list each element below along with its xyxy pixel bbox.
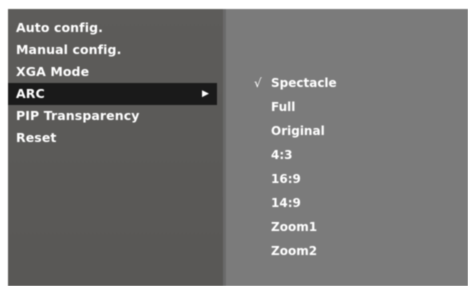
arc-option-full[interactable]: Full (226, 95, 468, 119)
arc-option-label: 16:9 (271, 172, 301, 186)
arc-option-label: Zoom1 (271, 220, 318, 234)
check-icon: √ (254, 76, 262, 90)
menu-item-arc[interactable]: ARC ▶ (8, 83, 217, 105)
arc-option-label: Zoom2 (271, 244, 318, 258)
menu-item-label: PIP Transparency (16, 108, 140, 123)
menu-item-pip-transparency[interactable]: PIP Transparency (8, 105, 223, 127)
arc-submenu-panel: √ Spectacle Full Original 4:3 16:9 14:9 … (226, 9, 468, 286)
arc-option-label: Original (271, 124, 325, 138)
arc-option-spectacle[interactable]: √ Spectacle (226, 71, 468, 95)
osd-menu: Auto config. Manual config. XGA Mode ARC… (8, 9, 468, 286)
arc-option-original[interactable]: Original (226, 119, 468, 143)
menu-item-label: XGA Mode (16, 64, 90, 79)
menu-item-reset[interactable]: Reset (8, 127, 223, 149)
arc-option-label: 14:9 (271, 196, 301, 210)
menu-item-manual-config[interactable]: Manual config. (8, 39, 223, 61)
arc-option-label: 4:3 (271, 148, 293, 162)
submenu-arrow-icon: ▶ (201, 89, 209, 99)
menu-item-label: Auto config. (16, 20, 104, 35)
arc-option-16-9[interactable]: 16:9 (226, 167, 468, 191)
arc-option-14-9[interactable]: 14:9 (226, 191, 468, 215)
menu-item-label: Manual config. (16, 42, 122, 57)
arc-option-4-3[interactable]: 4:3 (226, 143, 468, 167)
menu-item-auto-config[interactable]: Auto config. (8, 17, 223, 39)
main-menu-panel: Auto config. Manual config. XGA Mode ARC… (8, 9, 226, 286)
menu-item-label: Reset (16, 130, 57, 145)
arc-option-label: Spectacle (271, 76, 337, 90)
arc-option-label: Full (271, 100, 296, 114)
menu-item-label: ARC (16, 86, 45, 101)
arc-option-zoom2[interactable]: Zoom2 (226, 239, 468, 263)
arc-option-zoom1[interactable]: Zoom1 (226, 215, 468, 239)
menu-item-xga-mode[interactable]: XGA Mode (8, 61, 223, 83)
